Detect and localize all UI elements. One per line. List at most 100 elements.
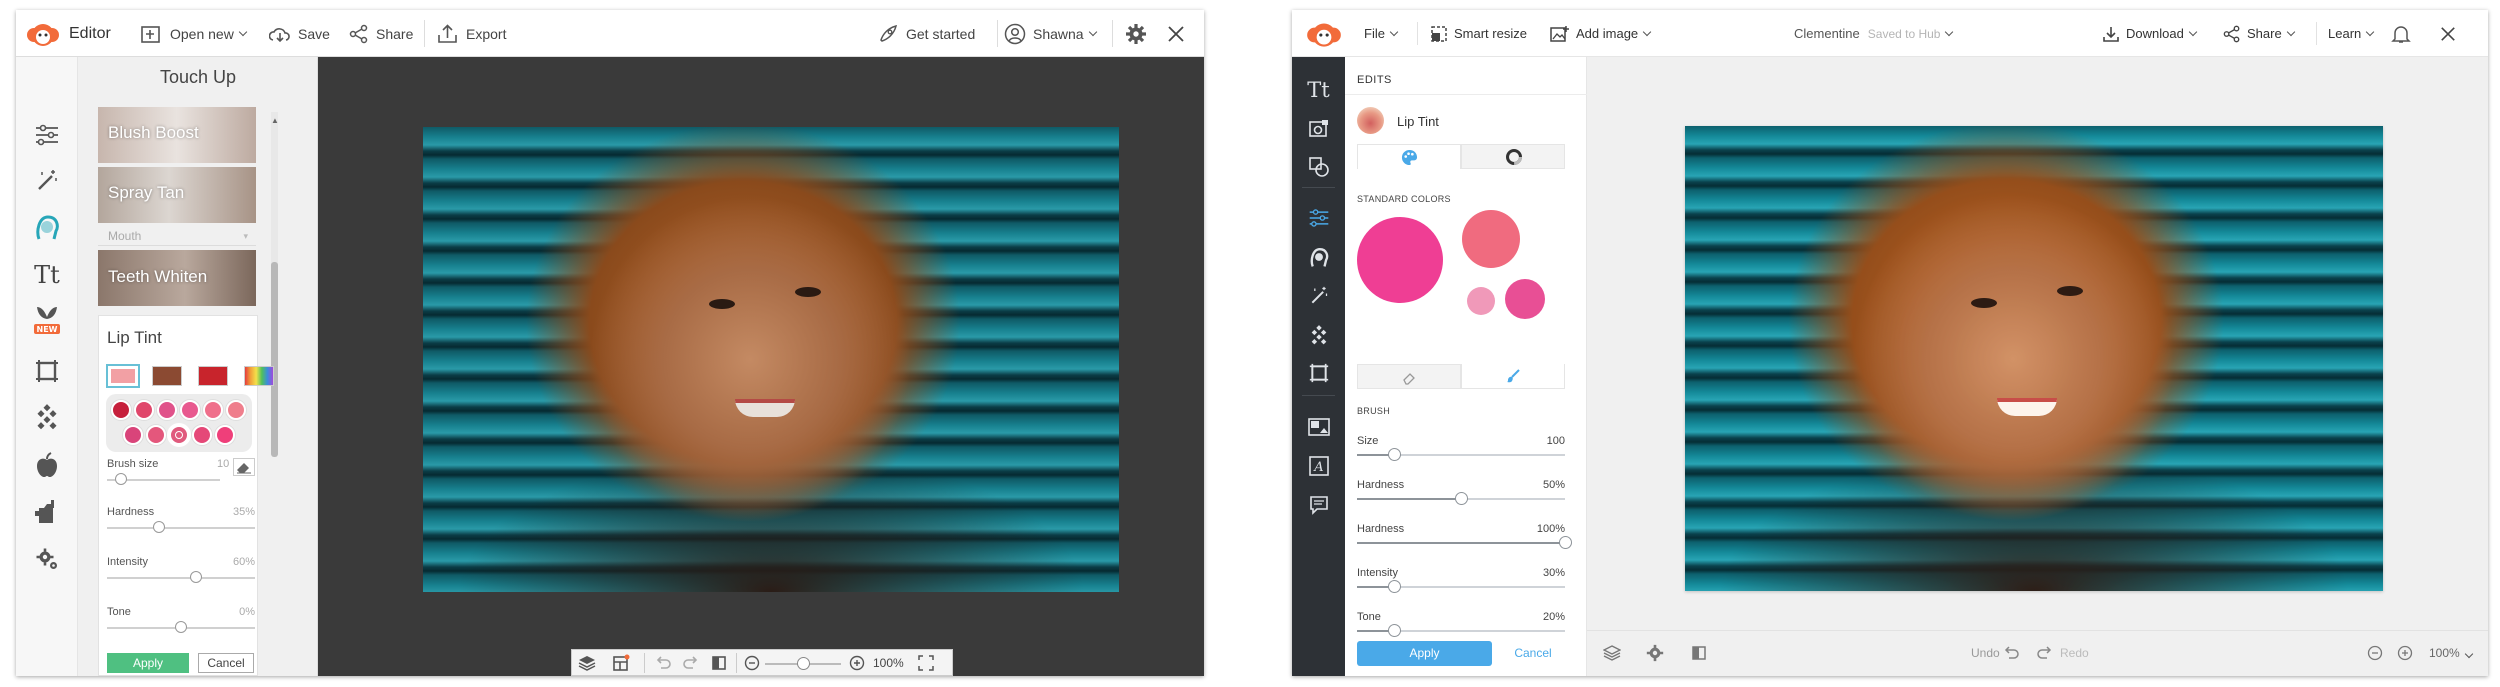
slider-knob[interactable] <box>1559 536 1572 549</box>
magic-wand-icon[interactable] <box>1304 281 1333 310</box>
shapes-icon[interactable] <box>1304 152 1333 181</box>
fullscreen-icon[interactable] <box>917 654 935 676</box>
adjustments-icon[interactable] <box>1304 203 1333 232</box>
slider-knob[interactable] <box>1388 448 1402 461</box>
close-button[interactable] <box>1167 10 1192 57</box>
brush-size-knob[interactable] <box>114 473 127 485</box>
logo[interactable]: Editor <box>24 10 111 57</box>
download-button[interactable]: Download <box>2102 10 2198 57</box>
lip-color-swatch[interactable] <box>146 425 166 445</box>
adjustments-icon[interactable] <box>31 119 63 151</box>
smart-resize-button[interactable]: Smart resize <box>1430 10 1527 57</box>
user-menu[interactable]: Shawna <box>1004 10 1097 57</box>
layout-icon[interactable] <box>612 654 630 676</box>
frames-icon[interactable] <box>31 355 63 387</box>
lip-color-swatch-selected[interactable] <box>169 425 189 445</box>
eraser-button[interactable] <box>233 458 255 476</box>
slider-knob[interactable] <box>152 521 165 533</box>
touch-up-face-icon[interactable] <box>31 211 63 243</box>
preset-swatch-pink[interactable] <box>106 364 140 388</box>
layers-icon[interactable] <box>1602 644 1622 667</box>
editing-canvas[interactable]: 100% <box>318 57 1204 676</box>
slider-track[interactable] <box>107 577 255 579</box>
magic-wand-icon[interactable] <box>31 165 63 197</box>
lip-color-swatch[interactable] <box>123 425 143 445</box>
themes-apple-icon[interactable] <box>31 449 63 481</box>
settings-icon[interactable] <box>1646 644 1664 667</box>
touch-up-face-icon[interactable] <box>1304 242 1333 271</box>
photo-frame-icon[interactable] <box>1304 114 1333 143</box>
notifications-button[interactable] <box>2391 10 2417 57</box>
zoom-slider-knob[interactable] <box>797 657 810 670</box>
file-menu[interactable]: File <box>1364 10 1399 57</box>
slider-knob[interactable] <box>189 571 202 583</box>
document-title[interactable]: Clementine Saved to Hub <box>1794 10 1954 57</box>
comments-icon[interactable] <box>1304 490 1333 519</box>
slider-knob[interactable] <box>175 621 187 633</box>
zoom-in-icon[interactable] <box>849 655 865 676</box>
lip-color-swatch[interactable] <box>134 400 154 420</box>
slider-knob[interactable] <box>1388 624 1402 637</box>
close-button[interactable] <box>2440 10 2462 57</box>
mouth-section-dropdown[interactable]: Mouth ▾ <box>98 226 256 246</box>
effect-tile-teeth-whiten[interactable]: Teeth Whiten <box>98 250 256 306</box>
redo-icon[interactable] <box>682 654 700 676</box>
standard-color-swatch[interactable] <box>1462 210 1520 268</box>
slider-knob[interactable] <box>1388 580 1402 593</box>
lip-color-swatch[interactable] <box>203 400 223 420</box>
zoom-in-icon[interactable] <box>2397 645 2413 666</box>
lip-color-swatch[interactable] <box>192 425 212 445</box>
settings-gear-icon[interactable] <box>31 543 63 575</box>
lip-color-swatch[interactable] <box>180 400 200 420</box>
tab-eraser[interactable] <box>1357 364 1461 389</box>
effect-tile-blush-boost[interactable]: Blush Boost <box>98 107 256 163</box>
learn-menu[interactable]: Learn <box>2328 10 2375 57</box>
standard-color-swatch[interactable] <box>1467 287 1495 315</box>
share-button[interactable]: Share <box>349 10 413 57</box>
effect-tile-spray-tan[interactable]: Spray Tan <box>98 167 256 223</box>
tab-color[interactable] <box>1357 144 1461 169</box>
compare-icon[interactable] <box>710 654 728 676</box>
add-image-button[interactable]: Add image <box>1550 10 1652 57</box>
lip-color-swatch[interactable] <box>226 400 246 420</box>
slider-knob[interactable] <box>1455 492 1468 505</box>
frames-icon[interactable] <box>1304 358 1333 387</box>
standard-color-swatch[interactable] <box>1357 217 1443 303</box>
cancel-button[interactable]: Cancel <box>198 653 254 673</box>
undo-icon[interactable] <box>654 654 672 676</box>
apply-button[interactable]: Apply <box>1357 641 1492 666</box>
redo-icon[interactable] <box>2036 644 2054 667</box>
text-icon[interactable]: Tt <box>31 259 63 291</box>
panel-scrollbar-thumb[interactable] <box>271 262 278 457</box>
tab-gradient[interactable] <box>1461 144 1565 169</box>
preset-swatch-red[interactable] <box>198 366 228 386</box>
lip-color-swatch[interactable] <box>215 425 235 445</box>
lip-color-swatch[interactable] <box>111 400 131 420</box>
lip-color-swatch[interactable] <box>157 400 177 420</box>
zoom-out-icon[interactable] <box>2367 645 2383 666</box>
zoom-out-icon[interactable] <box>744 655 760 676</box>
share-button[interactable]: Share <box>2223 10 2295 57</box>
apply-button[interactable]: Apply <box>107 653 189 673</box>
collage-tools-icon[interactable] <box>31 495 63 527</box>
get-started-button[interactable]: Get started <box>877 10 975 57</box>
standard-color-swatch[interactable] <box>1505 279 1545 319</box>
textures-icon[interactable] <box>31 401 63 433</box>
graphics-new-icon[interactable]: NEW <box>31 303 63 335</box>
text-icon[interactable]: Tt <box>1304 75 1333 104</box>
settings-button[interactable] <box>1125 10 1154 57</box>
tab-brush[interactable] <box>1461 364 1565 389</box>
undo-icon[interactable] <box>2002 644 2020 667</box>
editing-canvas[interactable] <box>1587 57 2488 630</box>
replace-image-icon[interactable] <box>1304 412 1333 441</box>
zoom-dropdown[interactable]: 100% <box>2429 646 2473 660</box>
layers-icon[interactable] <box>578 654 596 676</box>
scroll-up-arrow-icon[interactable]: ▲ <box>271 116 279 125</box>
logo[interactable] <box>1304 10 1350 57</box>
cancel-button[interactable]: Cancel <box>1503 641 1563 666</box>
textures-icon[interactable] <box>1304 320 1333 349</box>
compare-icon[interactable] <box>1690 644 1708 667</box>
open-new-button[interactable]: Open new <box>141 10 248 57</box>
preset-swatch-rainbow[interactable] <box>244 366 274 386</box>
text-style-icon[interactable]: A <box>1304 451 1333 480</box>
